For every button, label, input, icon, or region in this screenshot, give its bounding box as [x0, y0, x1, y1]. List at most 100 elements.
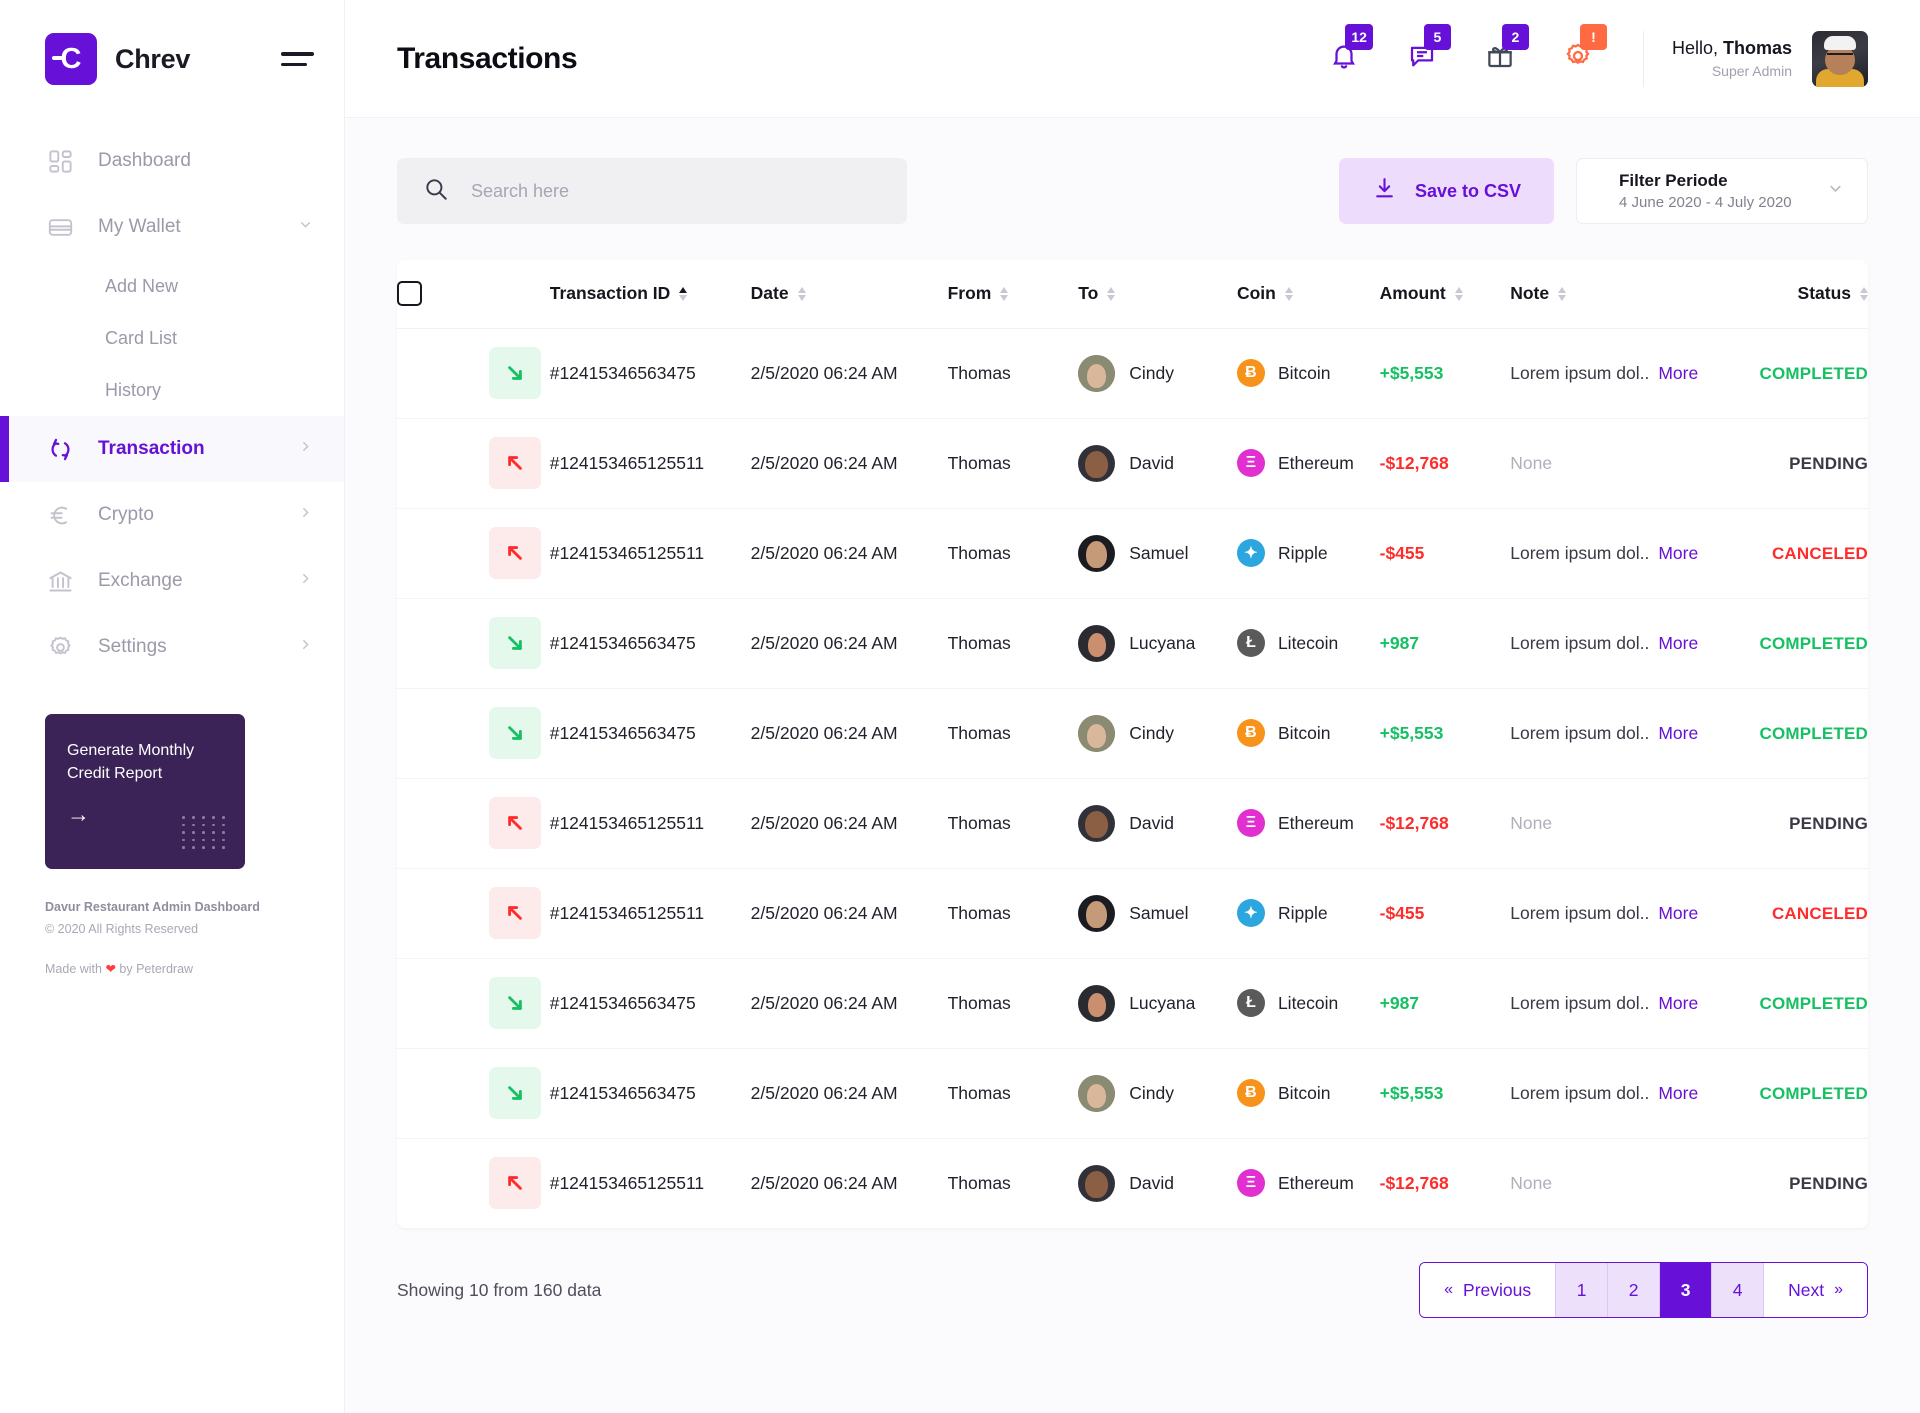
sort-icon	[1860, 286, 1868, 301]
messages-button[interactable]: 5	[1395, 23, 1451, 86]
coin-cell: Ł Litecoin	[1236, 958, 1380, 1049]
sidebar-subitem-history[interactable]: History	[0, 364, 344, 416]
coin-icon: Ξ	[1236, 1169, 1265, 1198]
to-sort[interactable]: To	[1078, 283, 1116, 304]
from-cell: Thomas	[947, 418, 1079, 509]
from-cell: Thomas	[947, 508, 1079, 599]
app-root: C Chrev Dashboard My Wallet Add New Card…	[0, 0, 1920, 1413]
avatar	[1078, 894, 1116, 932]
coin-cell: Ξ Ethereum	[1236, 418, 1380, 509]
from-sort[interactable]: From	[948, 283, 1009, 304]
user-menu[interactable]: Hello, Thomas Super Admin	[1672, 30, 1868, 87]
notifications-button[interactable]: 12	[1317, 23, 1373, 86]
gifts-button[interactable]: 2	[1473, 23, 1529, 86]
table-row[interactable]: #12415346563475 2/5/2020 06:24 AM Thomas Ci…	[397, 1048, 1868, 1139]
date-sort[interactable]: Date	[751, 283, 806, 304]
sidebar-item-exchange[interactable]: Exchange	[0, 548, 344, 614]
select-all-checkbox[interactable]	[397, 281, 422, 307]
brand-name: Chrev	[115, 43, 191, 74]
column-label: Note	[1510, 283, 1550, 304]
sort-icon	[1107, 286, 1116, 301]
next-page-button[interactable]: Next »	[1764, 1263, 1867, 1317]
to-cell: Cindy	[1078, 688, 1237, 779]
transaction-id-cell: #12415346563475	[549, 688, 751, 779]
transaction-id-cell: #12415346563475	[549, 958, 751, 1049]
direction-incoming-icon	[489, 1067, 542, 1119]
table-row[interactable]: #12415346563475 2/5/2020 06:24 AM Thomas Lu…	[397, 958, 1868, 1049]
filter-period-dropdown[interactable]: Filter Periode 4 June 2020 - 4 July 2020	[1576, 158, 1868, 224]
coin-name: Bitcoin	[1277, 722, 1331, 743]
to-cell: David	[1078, 1138, 1237, 1228]
status-badge: CANCELED	[1771, 543, 1868, 563]
coin-name: Ripple	[1277, 542, 1328, 563]
brand-logo-icon[interactable]: C	[45, 33, 97, 85]
settings-button[interactable]: !	[1551, 23, 1607, 86]
direction-outgoing-icon	[489, 797, 542, 849]
note-more-link[interactable]: More	[1658, 723, 1698, 744]
table-row[interactable]: #12415346563475 2/5/2020 06:24 AM Thomas Ci…	[397, 328, 1868, 419]
save-to-csv-button[interactable]: Save to CSV	[1339, 158, 1554, 224]
filter-texts: Filter Periode 4 June 2020 - 4 July 2020	[1619, 169, 1792, 214]
sidebar-item-crypto[interactable]: Crypto	[0, 482, 344, 548]
note-sort[interactable]: Note	[1510, 283, 1567, 304]
to-name: David	[1129, 1172, 1174, 1193]
hamburger-menu-icon[interactable]	[281, 52, 314, 66]
table-row[interactable]: #124153465125511 2/5/2020 06:24 AM Thomas D…	[397, 1138, 1868, 1228]
table-row[interactable]: #12415346563475 2/5/2020 06:24 AM Thomas Lu…	[397, 598, 1868, 689]
table-row[interactable]: #124153465125511 2/5/2020 06:24 AM Thomas D…	[397, 418, 1868, 509]
note-more-link[interactable]: More	[1658, 363, 1698, 384]
topbar-divider	[1642, 30, 1644, 87]
coin-sort[interactable]: Coin	[1237, 283, 1293, 304]
note-more-link[interactable]: More	[1658, 633, 1698, 654]
wallet-icon	[45, 212, 75, 242]
table-row[interactable]: #124153465125511 2/5/2020 06:24 AM Thomas S…	[397, 508, 1868, 599]
from-cell: Thomas	[947, 1048, 1079, 1139]
sidebar-item-label: Settings	[98, 636, 167, 657]
user-greeting: Hello, Thomas	[1672, 35, 1792, 61]
page-button-3[interactable]: 3	[1660, 1263, 1713, 1317]
save-to-csv-label: Save to CSV	[1414, 180, 1522, 201]
transaction-id-cell: #12415346563475	[549, 598, 751, 689]
previous-page-button[interactable]: « Previous	[1420, 1263, 1557, 1317]
pagination-row: Showing 10 from 160 data « Previous 1 2 …	[397, 1228, 1868, 1362]
amount-cell: +$5,553	[1379, 1048, 1511, 1139]
avatar	[1078, 1074, 1116, 1112]
sidebar-item-dashboard[interactable]: Dashboard	[0, 128, 344, 194]
status-sort[interactable]: Status	[1798, 283, 1868, 304]
to-cell: Samuel	[1078, 868, 1237, 959]
search-input[interactable]	[471, 180, 881, 202]
from-cell: Thomas	[947, 688, 1079, 779]
sidebar: C Chrev Dashboard My Wallet Add New Card…	[0, 0, 345, 1413]
page-title: Transactions	[397, 41, 578, 75]
from-cell: Thomas	[947, 958, 1079, 1049]
chevron-down-icon[interactable]	[1826, 179, 1845, 203]
note-more-link[interactable]: More	[1658, 543, 1698, 564]
page-button-4[interactable]: 4	[1712, 1263, 1765, 1317]
generate-report-card[interactable]: Generate Monthly Credit Report →	[45, 714, 245, 869]
avatar	[1078, 624, 1116, 662]
coin-name: Ripple	[1277, 902, 1328, 923]
search-box[interactable]	[397, 158, 907, 224]
chevron-right-icon	[297, 438, 314, 461]
amount-sort[interactable]: Amount	[1380, 283, 1463, 304]
note-more-link[interactable]: More	[1658, 1083, 1698, 1104]
direction-cell	[489, 328, 550, 419]
avatar[interactable]	[1812, 30, 1868, 87]
sidebar-item-my-wallet[interactable]: My Wallet	[0, 194, 344, 260]
sidebar-item-transaction[interactable]: Transaction	[0, 416, 344, 482]
note-more-link[interactable]: More	[1658, 903, 1698, 924]
notifications-badge: 12	[1345, 23, 1373, 50]
table-row[interactable]: #12415346563475 2/5/2020 06:24 AM Thomas Ci…	[397, 688, 1868, 779]
page-button-1[interactable]: 1	[1556, 1263, 1609, 1317]
sidebar-subitem-card-list[interactable]: Card List	[0, 312, 344, 364]
transaction-id-sort[interactable]: Transaction ID	[550, 283, 688, 304]
table-row[interactable]: #124153465125511 2/5/2020 06:24 AM Thomas S…	[397, 868, 1868, 959]
table-row[interactable]: #124153465125511 2/5/2020 06:24 AM Thomas D…	[397, 778, 1868, 869]
sidebar-footer: Davur Restaurant Admin Dashboard © 2020 …	[0, 869, 344, 981]
chevron-right-icon	[297, 504, 314, 527]
note-more-link[interactable]: More	[1658, 993, 1698, 1014]
sidebar-subitem-add-new[interactable]: Add New	[0, 260, 344, 312]
sidebar-item-settings[interactable]: Settings	[0, 614, 344, 680]
page-button-2[interactable]: 2	[1608, 1263, 1661, 1317]
from-cell: Thomas	[947, 598, 1079, 689]
